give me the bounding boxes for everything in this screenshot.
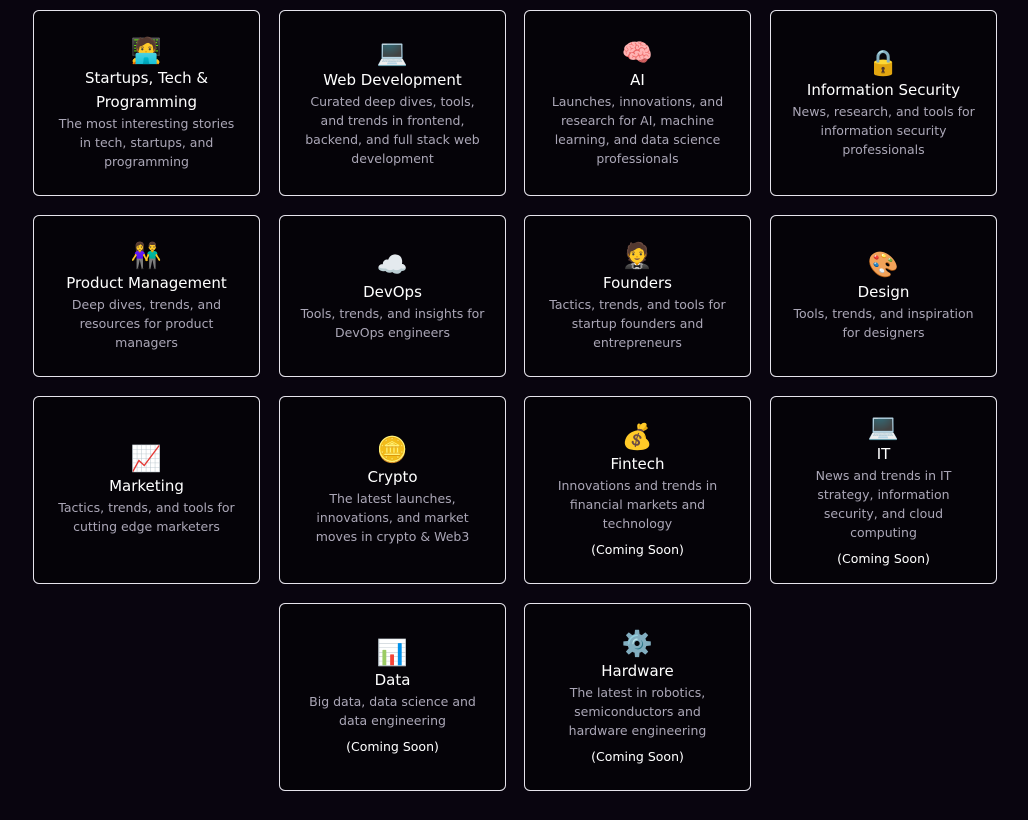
card-title: Founders <box>602 273 673 292</box>
card-title: IT <box>876 445 891 463</box>
card-description: The latest in robotics, semiconductors a… <box>568 684 707 738</box>
coming-soon-badge: (Coming Soon) <box>591 541 684 557</box>
newsletter-grid: 🧑‍💻 Startups, Tech & Programming The mos… <box>0 0 1028 820</box>
card-description: Big data, data science and data engineer… <box>309 694 476 728</box>
card-crypto[interactable]: 🪙 Crypto The latest launches, innovation… <box>279 396 506 584</box>
card-fintech[interactable]: 💰 Fintech Innovations and trends in fina… <box>524 396 751 584</box>
card-founders[interactable]: 🤵 Founders Tactics, trends, and tools fo… <box>524 215 751 377</box>
card-ai[interactable]: 🧠 AI Launches, innovations, and research… <box>524 10 751 196</box>
card-title: Web Development <box>323 71 462 89</box>
card-devops[interactable]: ☁️ DevOps Tools, trends, and insights fo… <box>279 215 506 377</box>
coming-soon-badge: (Coming Soon) <box>591 748 684 764</box>
card-title: Data <box>374 671 411 689</box>
person-in-suit-icon: 🤵 <box>621 240 654 270</box>
card-title: Product Management <box>66 273 227 292</box>
money-bag-icon: 💰 <box>621 421 654 451</box>
card-title: Startups, Tech & Programming <box>84 68 209 111</box>
card-marketing[interactable]: 📈 Marketing Tactics, trends, and tools f… <box>33 396 260 584</box>
card-product-management[interactable]: 👫 Product Management Deep dives, trends,… <box>33 215 260 377</box>
card-description: Tools, trends, and insights for DevOps e… <box>300 306 485 340</box>
card-description: News and trends in IT strategy, informat… <box>815 468 952 540</box>
card-design[interactable]: 🎨 Design Tools, trends, and inspiration … <box>770 215 997 377</box>
card-web-development[interactable]: 💻 Web Development Curated deep dives, to… <box>279 10 506 196</box>
card-description: Tactics, trends, and tools for cutting e… <box>58 500 235 534</box>
card-description: Launches, innovations, and research for … <box>551 94 724 166</box>
card-description: The latest launches, innovations, and ma… <box>315 490 470 544</box>
card-title: DevOps <box>363 283 422 301</box>
card-description: Curated deep dives, tools, and trends in… <box>305 94 480 166</box>
card-description: The most interesting stories in tech, st… <box>58 115 235 169</box>
card-startups-tech-programming[interactable]: 🧑‍💻 Startups, Tech & Programming The mos… <box>33 10 260 196</box>
card-it[interactable]: 💻 IT News and trends in IT strategy, inf… <box>770 396 997 584</box>
gear-icon: ⚙️ <box>621 628 654 658</box>
card-title: Hardware <box>601 661 674 680</box>
bar-chart-icon: 📊 <box>376 638 409 667</box>
card-description: News, research, and tools for informatio… <box>792 103 975 157</box>
card-description: Innovations and trends in financial mark… <box>557 477 718 531</box>
card-description: Deep dives, trends, and resources for pr… <box>71 296 222 350</box>
card-title: Crypto <box>367 467 418 486</box>
card-title: Marketing <box>109 477 184 495</box>
card-title: Fintech <box>610 454 665 473</box>
people-icon: 👫 <box>130 240 163 270</box>
card-data[interactable]: 📊 Data Big data, data science and data e… <box>279 603 506 791</box>
chart-increasing-icon: 📈 <box>130 444 163 473</box>
technologist-icon: 🧑‍💻 <box>130 35 163 65</box>
cloud-icon: ☁️ <box>376 250 409 279</box>
laptop-icon: 💻 <box>867 412 900 441</box>
card-title: AI <box>630 71 645 89</box>
laptop-icon: 💻 <box>376 38 409 67</box>
card-description: Tools, trends, and inspiration for desig… <box>793 306 974 340</box>
lock-icon: 🔒 <box>867 47 900 77</box>
palette-icon: 🎨 <box>867 250 900 279</box>
brain-icon: 🧠 <box>621 38 654 67</box>
coming-soon-badge: (Coming Soon) <box>837 551 930 566</box>
coming-soon-badge: (Coming Soon) <box>346 739 439 754</box>
card-description: Tactics, trends, and tools for startup f… <box>549 296 726 350</box>
card-title: Design <box>857 283 910 301</box>
card-information-security[interactable]: 🔒 Information Security News, research, a… <box>770 10 997 196</box>
card-hardware[interactable]: ⚙️ Hardware The latest in robotics, semi… <box>524 603 751 791</box>
card-title: Information Security <box>806 80 961 99</box>
coin-icon: 🪙 <box>376 434 409 464</box>
